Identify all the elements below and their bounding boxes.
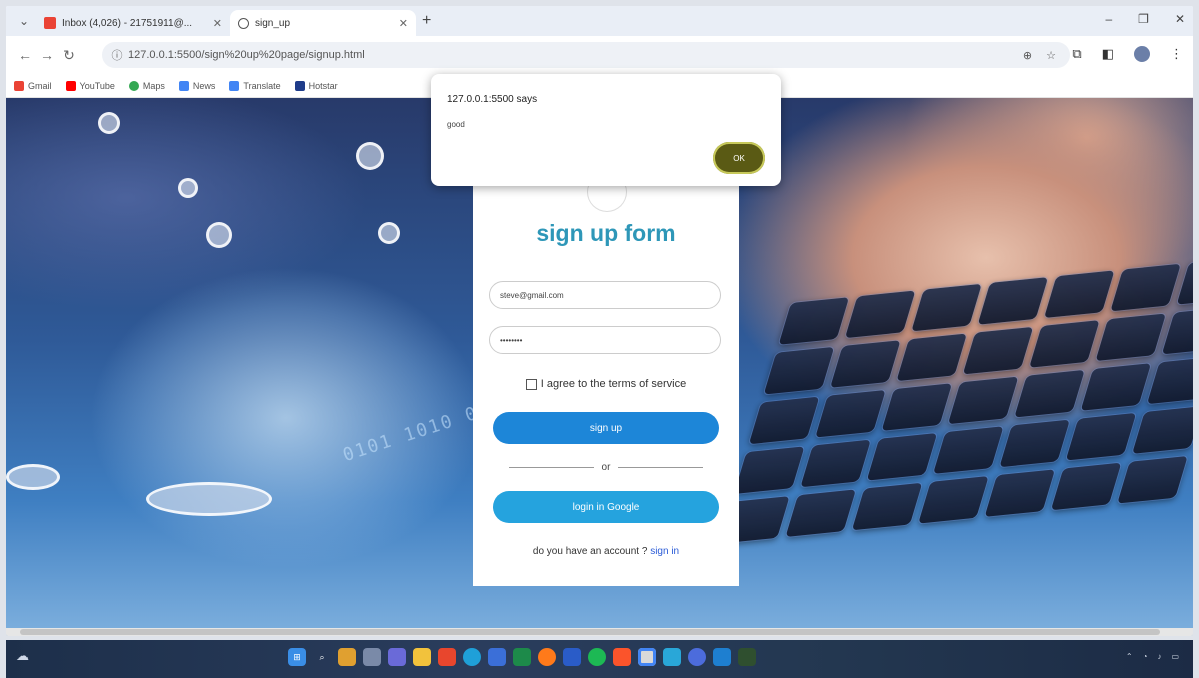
password-field[interactable]: •••••••• <box>489 326 721 354</box>
or-divider: or <box>509 460 703 474</box>
back-icon[interactable]: ← <box>14 47 36 63</box>
tab-strip: ⌄ Inbox (4,026) - 21751911@... ✕ sign_up… <box>6 6 1193 36</box>
side-panel-icon[interactable]: ◧ <box>1102 46 1114 62</box>
bookmark-hotstar[interactable]: Hotstar <box>294 80 338 91</box>
restore-icon[interactable]: ❐ <box>1138 12 1149 26</box>
bookmark-star-icon[interactable]: ☆ <box>1046 49 1056 62</box>
minimize-icon[interactable]: – <box>1105 12 1112 26</box>
translate-icon <box>229 80 240 91</box>
taskbar-apps: ⊞ ⌕ <box>288 648 756 666</box>
battery-icon[interactable]: ▭ <box>1171 652 1179 661</box>
vscode-icon[interactable] <box>713 648 731 666</box>
firefox-icon[interactable] <box>538 648 556 666</box>
gmail-icon <box>44 17 56 29</box>
toolbar-right: ⧉ ◧ ⋮ <box>1072 46 1183 62</box>
tab-label: Inbox (4,026) - 21751911@... <box>62 17 193 29</box>
reload-icon[interactable]: ↻ <box>58 47 80 64</box>
terms-row: I agree to the terms of service <box>473 378 739 390</box>
network-node <box>6 464 60 490</box>
scrollbar-thumb[interactable] <box>20 629 1160 635</box>
keyboard-image <box>684 255 1193 636</box>
close-icon[interactable]: ✕ <box>399 17 408 30</box>
menu-icon[interactable]: ⋮ <box>1170 46 1183 62</box>
maps-icon <box>128 80 139 91</box>
profile-avatar[interactable] <box>1134 46 1150 62</box>
office-icon[interactable] <box>438 648 456 666</box>
translate-icon[interactable]: ⊕ <box>1023 49 1032 62</box>
search-icon[interactable]: ⌕ <box>313 648 331 666</box>
ok-button[interactable]: OK <box>713 142 765 174</box>
sign-in-link[interactable]: sign in <box>650 546 679 557</box>
tab-inbox[interactable]: Inbox (4,026) - 21751911@... ✕ <box>36 10 230 36</box>
close-window-icon[interactable]: ✕ <box>1175 12 1185 26</box>
or-label: or <box>601 461 611 473</box>
bookmark-maps[interactable]: Maps <box>128 80 165 91</box>
chat-icon[interactable] <box>388 648 406 666</box>
widgets-icon[interactable] <box>338 648 356 666</box>
chrome-icon[interactable] <box>638 648 656 666</box>
spotify-icon[interactable] <box>588 648 606 666</box>
terms-checkbox[interactable] <box>525 378 537 390</box>
weather-icon[interactable]: ☁ <box>16 648 29 664</box>
alert-dialog: 127.0.0.1:5500 says good OK <box>431 74 781 186</box>
tab-search-icon[interactable]: ⌄ <box>12 10 36 32</box>
tab-sign-up[interactable]: sign_up ✕ <box>230 10 416 36</box>
sign-up-button[interactable]: sign up <box>493 412 719 444</box>
bookmark-news[interactable]: News <box>178 80 215 91</box>
start-icon[interactable]: ⊞ <box>288 648 306 666</box>
new-tab-button[interactable]: + <box>422 12 431 30</box>
globe-icon <box>238 17 249 29</box>
chevron-up-icon[interactable]: ⌃ <box>1126 652 1133 661</box>
tab-label: sign_up <box>255 17 291 29</box>
bookmark-youtube[interactable]: YouTube <box>65 80 115 91</box>
terms-label: I agree to the terms of service <box>540 378 687 390</box>
extensions-icon[interactable]: ⧉ <box>1072 46 1081 62</box>
account-prompt: do you have an account ? sign in <box>473 546 739 557</box>
terminal-icon[interactable] <box>738 648 756 666</box>
word-icon[interactable] <box>563 648 581 666</box>
dialog-origin: 127.0.0.1:5500 says <box>447 94 538 105</box>
horizontal-scrollbar[interactable] <box>6 628 1193 636</box>
file-explorer-icon[interactable] <box>413 648 431 666</box>
google-login-button[interactable]: login in Google <box>493 491 719 523</box>
volume-icon[interactable]: ♪ <box>1157 652 1161 661</box>
account-text: do you have an account ? <box>532 546 651 557</box>
dialog-message: good <box>447 120 465 129</box>
system-tray: ⌃ ◔ ♪ ▭ <box>1126 652 1179 661</box>
site-info-icon[interactable]: ⓘ <box>106 47 128 63</box>
window-controls: – ❐ ✕ <box>1105 12 1185 26</box>
settings-icon[interactable] <box>688 648 706 666</box>
browser-toolbar: ← → ↻ ⓘ 127.0.0.1:5500/sign%20up%20page/… <box>6 36 1193 74</box>
network-node <box>378 222 400 244</box>
address-bar[interactable]: ⓘ 127.0.0.1:5500/sign%20up%20page/signup… <box>102 42 1070 68</box>
taskbar: ☁ ⊞ ⌕ ⌃ ◔ ♪ ▭ <box>6 640 1193 678</box>
wifi-icon[interactable]: ◔ <box>1143 652 1148 661</box>
close-icon[interactable]: ✕ <box>213 17 222 30</box>
network-node <box>206 222 232 248</box>
browser-window: ⌄ Inbox (4,026) - 21751911@... ✕ sign_up… <box>6 6 1193 636</box>
bookmark-gmail[interactable]: Gmail <box>14 80 52 91</box>
excel-icon[interactable] <box>513 648 531 666</box>
network-node <box>178 178 198 198</box>
edge-icon[interactable] <box>463 648 481 666</box>
forward-icon[interactable]: → <box>36 47 58 63</box>
url-text: 127.0.0.1:5500/sign%20up%20page/signup.h… <box>128 49 365 61</box>
news-icon <box>178 80 189 91</box>
photos-icon[interactable] <box>663 648 681 666</box>
bookmark-translate[interactable]: Translate <box>229 80 281 91</box>
store-icon[interactable] <box>488 648 506 666</box>
gmail-icon <box>14 80 24 91</box>
network-node <box>146 482 272 516</box>
form-title: sign up form <box>536 220 676 246</box>
brave-icon[interactable] <box>613 648 631 666</box>
hotstar-icon <box>294 80 305 91</box>
email-field[interactable]: steve@gmail.com <box>489 281 721 309</box>
youtube-icon <box>65 80 76 91</box>
network-node <box>356 142 384 170</box>
network-node <box>98 112 120 134</box>
task-view-icon[interactable] <box>363 648 381 666</box>
